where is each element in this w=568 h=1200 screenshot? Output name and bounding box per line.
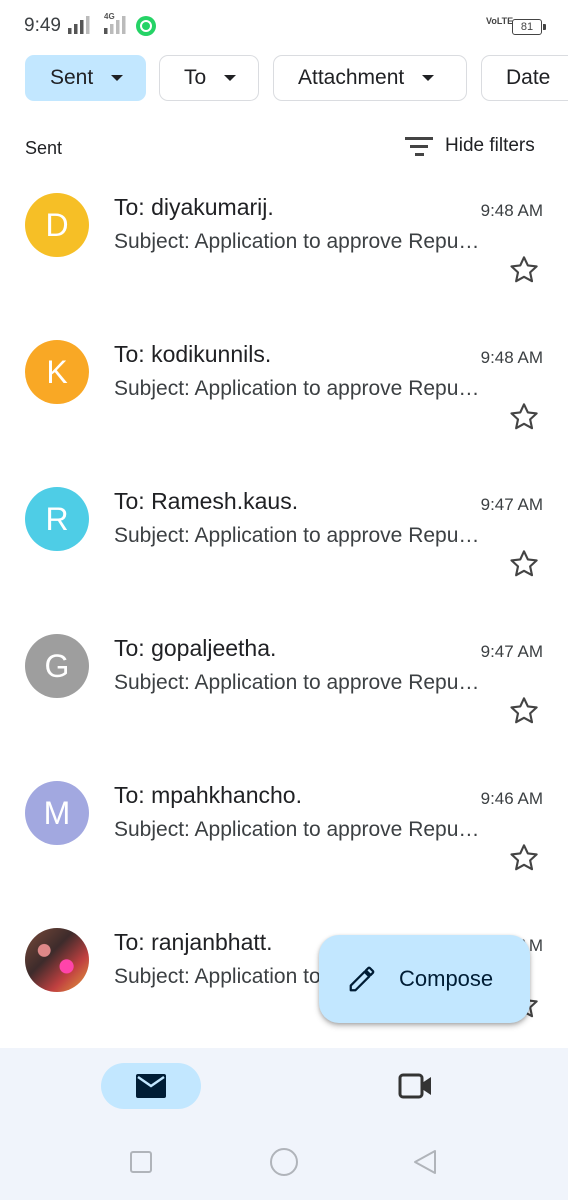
email-time: 9:47 AM bbox=[480, 642, 543, 661]
avatar-photo bbox=[25, 928, 89, 992]
filter-chip-attachment[interactable]: Attachment bbox=[273, 55, 467, 101]
battery-icon: 81 bbox=[512, 19, 546, 35]
filter-chip-sent[interactable]: Sent bbox=[25, 55, 146, 101]
email-row[interactable]: K To: kodikunnils. 9:48 AM Subject: Appl… bbox=[0, 321, 568, 468]
pencil-icon bbox=[349, 966, 375, 992]
chip-label: To bbox=[184, 66, 207, 89]
email-subject: Subject: Application to approve Republic… bbox=[114, 377, 490, 400]
email-recipient: To: kodikunnils. bbox=[114, 341, 272, 367]
signal-icon bbox=[68, 16, 90, 34]
chevron-down-icon bbox=[111, 75, 124, 81]
mail-icon bbox=[136, 1074, 166, 1098]
hide-filters-button[interactable]: Hide filters bbox=[405, 132, 535, 160]
email-row[interactable]: G To: gopaljeetha. 9:47 AM Subject: Appl… bbox=[0, 615, 568, 762]
email-recipient: To: Ramesh.kaus. bbox=[114, 488, 299, 514]
email-recipient: To: diyakumarij. bbox=[114, 194, 274, 220]
star-icon[interactable] bbox=[508, 842, 540, 874]
chevron-down-icon bbox=[224, 75, 237, 81]
email-row[interactable]: D To: diyakumarij. 9:48 AM Subject: Appl… bbox=[0, 174, 568, 321]
email-subject: Subject: Application to approve Republic… bbox=[114, 818, 490, 841]
bottom-navigation bbox=[0, 1048, 568, 1200]
email-recipient: To: mpahkhancho. bbox=[114, 782, 302, 808]
email-subject: Subject: Application to approve Republic… bbox=[114, 671, 490, 694]
filter-chip-date[interactable]: Date bbox=[481, 55, 568, 101]
signal-icon bbox=[104, 16, 126, 34]
star-icon[interactable] bbox=[508, 548, 540, 580]
star-icon[interactable] bbox=[508, 695, 540, 727]
filter-chips: Sent To Attachment Date bbox=[25, 55, 568, 105]
email-subject: Subject: Application to approve Republic… bbox=[114, 230, 490, 253]
avatar: G bbox=[25, 634, 89, 698]
star-icon[interactable] bbox=[508, 254, 540, 286]
avatar: R bbox=[25, 487, 89, 551]
hide-filters-label: Hide filters bbox=[445, 135, 535, 156]
clock: 9:49 bbox=[24, 15, 61, 36]
filter-list-icon bbox=[405, 135, 433, 157]
avatar: K bbox=[25, 340, 89, 404]
star-icon[interactable] bbox=[508, 401, 540, 433]
email-time: 9:48 AM bbox=[480, 348, 543, 367]
back-icon[interactable] bbox=[412, 1148, 438, 1176]
filter-chip-to[interactable]: To bbox=[159, 55, 259, 101]
email-time: 9:46 AM bbox=[480, 789, 543, 808]
volte-icon: VoLTE bbox=[486, 16, 514, 26]
chip-label: Date bbox=[506, 66, 551, 89]
email-recipient: To: gopaljeetha. bbox=[114, 635, 277, 661]
email-time: 9:48 AM bbox=[480, 201, 543, 220]
chevron-down-icon bbox=[422, 75, 435, 81]
email-time: 9:47 AM bbox=[480, 495, 543, 514]
section-label: Sent bbox=[25, 138, 63, 158]
chip-label: Sent bbox=[50, 66, 94, 89]
whatsapp-icon bbox=[136, 16, 156, 36]
compose-button[interactable]: Compose bbox=[319, 935, 530, 1023]
recents-icon[interactable] bbox=[130, 1151, 152, 1173]
home-icon[interactable] bbox=[270, 1148, 298, 1176]
compose-label: Compose bbox=[399, 966, 494, 991]
email-subject: Subject: Application to approve Republic… bbox=[114, 524, 490, 547]
avatar: D bbox=[25, 193, 89, 257]
status-bar: 9:49 4G VoLTE 81 bbox=[0, 0, 568, 54]
nav-mail-tab[interactable] bbox=[101, 1063, 201, 1109]
avatar: M bbox=[25, 781, 89, 845]
chip-label: Attachment bbox=[298, 66, 405, 89]
email-row[interactable]: M To: mpahkhancho. 9:46 AM Subject: Appl… bbox=[0, 762, 568, 909]
video-camera-icon[interactable] bbox=[398, 1072, 434, 1100]
email-row[interactable]: R To: Ramesh.kaus. 9:47 AM Subject: Appl… bbox=[0, 468, 568, 615]
email-recipient: To: ranjanbhatt. bbox=[114, 929, 273, 955]
